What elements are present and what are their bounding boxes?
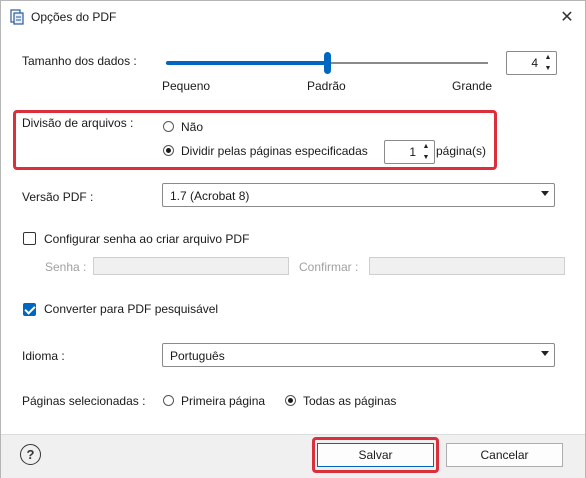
pages-value: 1 (409, 145, 416, 159)
radio-split-pages-label[interactable]: Dividir pelas páginas especificadas (181, 144, 368, 158)
spin-up-icon[interactable]: ▲ (423, 142, 430, 151)
pdf-app-icon (10, 9, 24, 25)
title-bar: Opções do PDF ✕ (1, 1, 585, 33)
data-size-value: 4 (531, 56, 538, 70)
spin-up-icon[interactable]: ▲ (545, 53, 552, 62)
slider-thumb[interactable] (324, 52, 331, 74)
chevron-down-icon (541, 191, 549, 196)
password-input (93, 257, 289, 275)
spin-down-icon[interactable]: ▼ (545, 64, 552, 73)
data-size-slider[interactable] (166, 52, 488, 74)
data-size-spinner[interactable]: 4 ▲ ▼ (506, 51, 557, 75)
pages-selected-label: Páginas selecionadas : (22, 394, 146, 408)
file-split-label: Divisão de arquivos : (22, 116, 134, 130)
slider-fill (166, 61, 327, 65)
pages-unit-label: página(s) (436, 144, 487, 158)
close-button[interactable]: ✕ (553, 3, 581, 31)
spin-down-icon[interactable]: ▼ (423, 153, 430, 162)
language-label: Idioma : (22, 349, 65, 363)
language-select[interactable]: Português (162, 343, 555, 367)
password-checkbox[interactable] (23, 232, 36, 245)
chevron-down-icon (541, 351, 549, 356)
radio-all-pages[interactable] (285, 395, 296, 406)
pages-spinner[interactable]: 1 ▲ ▼ (384, 140, 435, 164)
pdf-version-label: Versão PDF : (22, 190, 94, 204)
pdf-version-select[interactable]: 1.7 (Acrobat 8) (162, 183, 555, 207)
slider-mid-label: Padrão (307, 79, 346, 93)
password-checkbox-label[interactable]: Configurar senha ao criar arquivo PDF (44, 232, 249, 246)
searchable-checkbox[interactable] (23, 303, 36, 316)
slider-min-label: Pequeno (162, 79, 211, 93)
data-size-label: Tamanho dos dados : (22, 54, 137, 68)
confirm-label: Confirmar : (299, 260, 359, 274)
radio-all-pages-label[interactable]: Todas as páginas (303, 394, 396, 408)
searchable-checkbox-label[interactable]: Converter para PDF pesquisável (44, 302, 218, 316)
slider-max-label: Grande (452, 79, 493, 93)
radio-first-page[interactable] (163, 395, 174, 406)
pdf-options-dialog: Opções do PDF ✕ Tamanho dos dados : Pequ… (0, 0, 586, 478)
window-title: Opções do PDF (31, 10, 117, 24)
close-icon: ✕ (560, 9, 574, 26)
save-button[interactable]: Salvar (317, 443, 434, 467)
language-value: Português (170, 349, 225, 363)
radio-split-pages[interactable] (163, 145, 174, 156)
password-label: Senha : (45, 260, 87, 274)
cancel-button[interactable]: Cancelar (446, 443, 563, 467)
radio-no-split-label[interactable]: Não (181, 120, 203, 134)
pdf-version-value: 1.7 (Acrobat 8) (170, 189, 250, 203)
radio-first-page-label[interactable]: Primeira página (181, 394, 265, 408)
radio-no-split[interactable] (163, 121, 174, 132)
confirm-input (369, 257, 565, 275)
help-icon[interactable]: ? (20, 444, 41, 465)
